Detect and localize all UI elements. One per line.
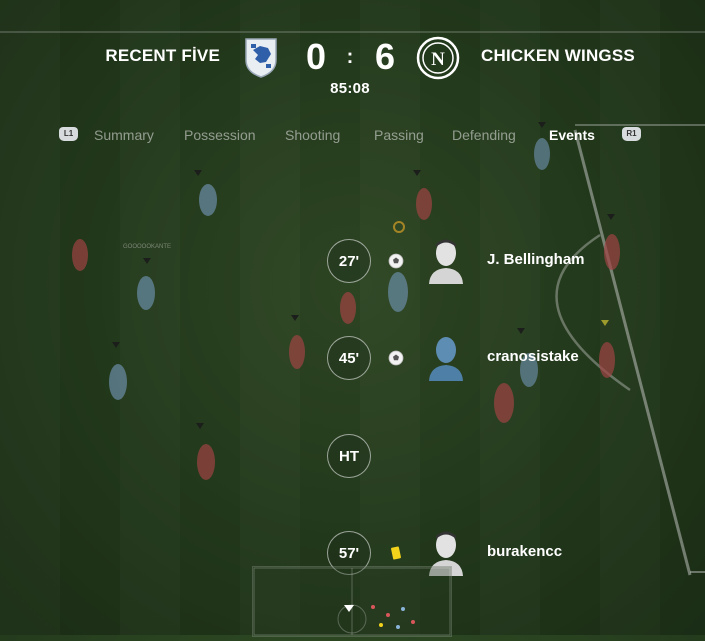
tab-events[interactable]: Events [549,127,595,143]
player-avatar [429,239,463,284]
svg-text:N: N [431,49,445,70]
match-clock: 85:08 [330,80,370,97]
away-team-name: CHICKEN WINGSS [481,46,635,65]
event-player-name: cranosistake [487,348,579,365]
event-minute: 45' [327,336,371,380]
l1-button-icon[interactable]: L1 [59,127,78,141]
scroll-down-arrow-icon[interactable] [344,605,354,612]
minimap-pitch [253,567,451,636]
minimap [252,566,452,637]
home-team-crest-icon [245,38,277,78]
event-row: 27' J. Bellingham [0,236,705,288]
event-row: 45' cranosistake [0,333,705,385]
tab-summary[interactable]: Summary [94,127,154,143]
away-team-crest-icon: N [416,36,460,80]
football-icon [388,253,404,269]
tab-shooting[interactable]: Shooting [285,127,340,143]
football-icon [388,350,404,366]
event-row-half-time: HT [0,431,705,483]
home-score: 0 [305,36,327,77]
event-player-name: J. Bellingham [487,251,585,268]
away-score: 6 [374,36,396,77]
home-team-name: RECENT FİVE [105,46,220,65]
tab-passing[interactable]: Passing [374,127,424,143]
score-separator: : [346,46,354,68]
yellow-card-icon [391,546,401,560]
scoreboard: RECENT FİVE 0 : 6 N CHICKEN WINGSS 85:08 [0,30,705,100]
event-minute: 27' [327,239,371,283]
tab-defending[interactable]: Defending [452,127,516,143]
player-avatar [429,337,463,381]
tab-possession[interactable]: Possession [184,127,256,143]
event-player-name: burakencc [487,543,563,560]
half-time-marker: HT [327,434,371,478]
stats-tab-bar: L1 Summary Possession Shooting Passing D… [0,124,705,148]
r1-button-icon[interactable]: R1 [622,127,641,141]
